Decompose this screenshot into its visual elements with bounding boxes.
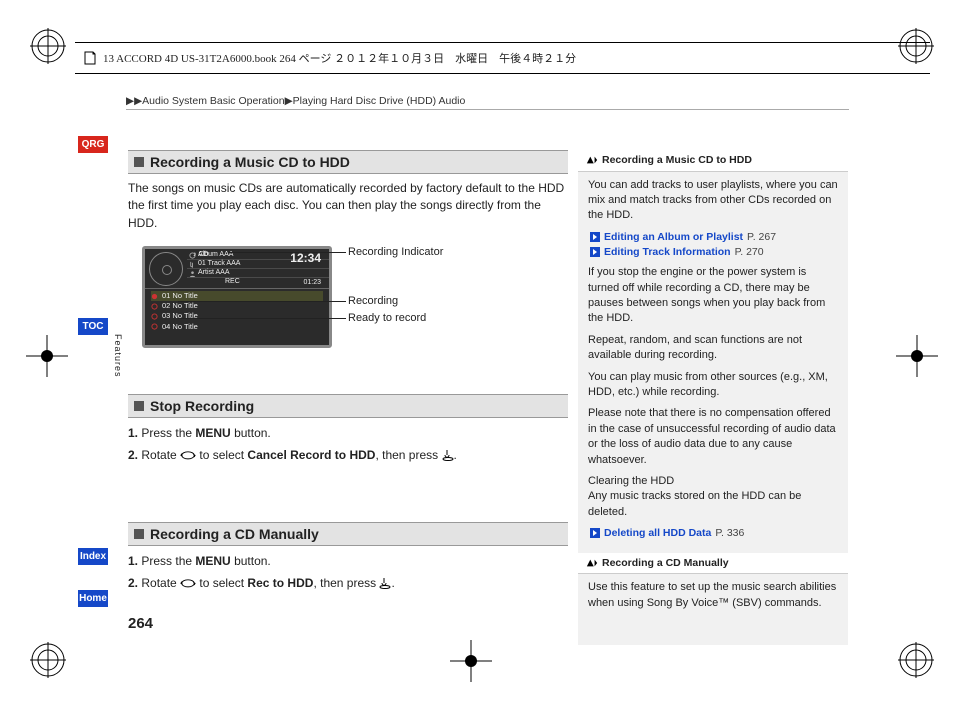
section-title: Recording a CD Manually [150, 526, 319, 542]
section-body: The songs on music CDs are automatically… [128, 180, 568, 232]
callout-ready: Ready to record [348, 312, 426, 324]
crop-mark-icon [450, 640, 492, 682]
callout-recording: Recording [348, 295, 398, 307]
callout-recording-indicator: Recording Indicator [348, 246, 443, 258]
square-bullet-icon [134, 157, 144, 167]
tab-features: Features [113, 334, 123, 378]
sidebar-notes: Recording a Music CD to HDD You can add … [578, 150, 848, 645]
header-file-info: 13 ACCORD 4D US-31T2A6000.book 264 ページ ２… [75, 42, 930, 74]
page-number: 264 [128, 615, 153, 632]
registration-mark-icon [30, 642, 66, 678]
breadcrumb: ▶▶Audio System Basic Operation▶Playing H… [126, 95, 465, 107]
ready-dot-icon [151, 303, 158, 310]
sidebar-text: Repeat, random, and scan functions are n… [588, 333, 838, 364]
press-button-icon [379, 577, 391, 589]
sidebar-text: You can add tracks to user playlists, wh… [588, 178, 838, 224]
tab-toc[interactable]: TOC [78, 318, 108, 335]
screen-clock-readout: 12:34 [290, 251, 321, 265]
rotate-dial-icon [180, 577, 196, 587]
square-bullet-icon [134, 401, 144, 411]
track-row: 04 No Title [151, 322, 323, 332]
track-row: 02 No Title [151, 301, 323, 311]
rotate-dial-icon [180, 449, 196, 459]
track-icon [189, 261, 196, 268]
hdd-screen-mockup: ♪ CD 12:34 01:23 REC Album AAA 01 Track … [142, 246, 332, 348]
note-icon [586, 558, 598, 568]
section-recording-manually: Recording a CD Manually [128, 522, 568, 546]
sidebar-text: If you stop the engine or the power syst… [588, 265, 838, 327]
step-2: 2. Rotate to select Rec to HDD, then pre… [128, 576, 568, 590]
step-1: 1. Press the MENU button. [128, 554, 568, 568]
xref-arrow-icon [590, 528, 600, 538]
callout-line [178, 301, 346, 302]
ready-dot-icon [151, 323, 158, 330]
section-title: Stop Recording [150, 398, 254, 414]
section-recording-music-cd: Recording a Music CD to HDD [128, 150, 568, 174]
registration-mark-icon [30, 28, 66, 64]
step-1: 1. Press the MENU button. [128, 426, 568, 440]
xref-deleting-hdd[interactable]: Deleting all HDD Data P. 336 [590, 526, 838, 541]
callout-line [228, 252, 346, 253]
sidebar-text: Clearing the HDDAny music tracks stored … [588, 474, 838, 520]
section-title: Recording a Music CD to HDD [150, 154, 350, 170]
xref-editing-album[interactable]: Editing an Album or Playlist P. 267 [590, 230, 838, 245]
sidebar-heading-2: Recording a CD Manually [578, 553, 848, 575]
sidebar-heading-1: Recording a Music CD to HDD [578, 150, 848, 172]
note-icon [586, 155, 598, 165]
artist-icon [189, 270, 196, 277]
book-icon [83, 50, 97, 66]
registration-mark-icon [898, 642, 934, 678]
press-button-icon [442, 449, 454, 461]
track-row: 03 No Title [151, 311, 323, 321]
tab-home[interactable]: Home [78, 590, 108, 607]
tab-index[interactable]: Index [78, 548, 108, 565]
callout-line [178, 318, 346, 319]
xref-arrow-icon [590, 247, 600, 257]
tab-qrg[interactable]: QRG [78, 136, 108, 153]
crop-mark-icon [26, 335, 68, 377]
breadcrumb-rule [126, 109, 849, 110]
sidebar-text: Please note that there is no compensatio… [588, 406, 838, 468]
sidebar-text: Use this feature to set up the music sea… [588, 580, 838, 611]
recording-dot-icon [151, 293, 158, 300]
xref-editing-track[interactable]: Editing Track Information P. 270 [590, 245, 838, 260]
screen-rec-button-label: REC [225, 278, 240, 285]
screen-elapsed-time: 01:23 [303, 279, 321, 286]
track-row-recording: 01 No Title [151, 291, 323, 301]
xref-arrow-icon [590, 232, 600, 242]
sidebar-text: You can play music from other sources (e… [588, 370, 838, 401]
crop-mark-icon [896, 335, 938, 377]
disc-icon [149, 252, 183, 286]
screen-cd-label: ♪ CD [193, 251, 209, 258]
step-2: 2. Rotate to select Cancel Record to HDD… [128, 448, 568, 462]
square-bullet-icon [134, 529, 144, 539]
ready-dot-icon [151, 313, 158, 320]
section-stop-recording: Stop Recording [128, 394, 568, 418]
